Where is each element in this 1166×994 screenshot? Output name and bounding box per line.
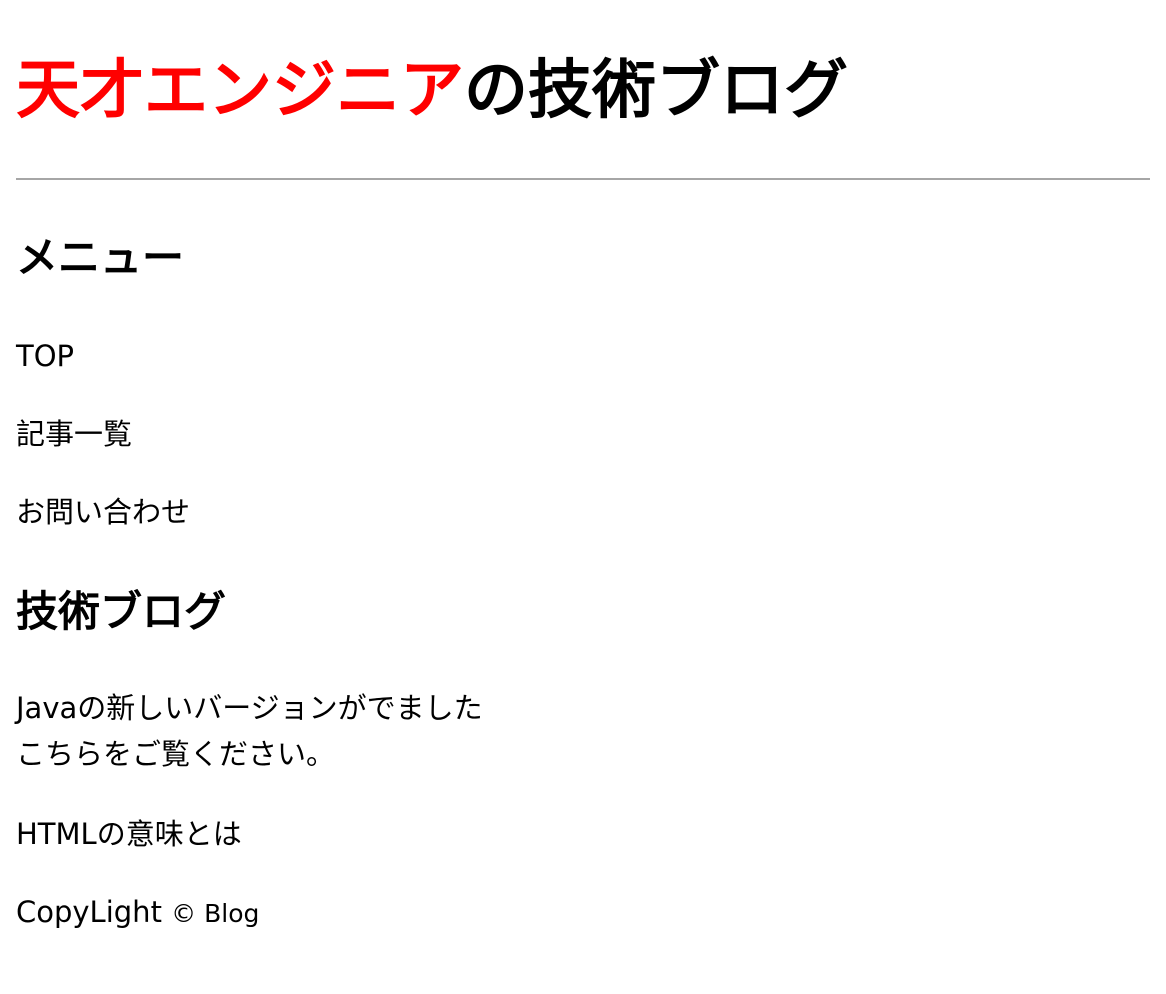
footer-copyright-main: CopyLight [16,895,162,929]
site-title-rest: の技術ブログ [464,54,848,128]
site-title-accent: 天才エンジニア [16,54,464,128]
blog-post-java-line-1: Javaの新しいバージョンがでました [16,691,483,725]
footer-copyright: CopyLight © Blog [16,894,259,932]
menu-item-articles[interactable]: 記事一覧 [16,416,132,452]
blog-post-html: HTMLの意味とは [16,817,242,851]
menu-item-contact[interactable]: お問い合わせ [16,494,190,530]
blog-heading: 技術ブログ [16,587,227,636]
menu-heading: メニュー [16,233,185,282]
blog-post-java-line-2: こちらをご覧ください。 [16,737,336,771]
footer-copyright-small: © Blog [171,899,260,928]
site-title: 天才エンジニアの技術ブログ [16,52,848,130]
header-divider [16,178,1150,180]
menu-item-top[interactable]: TOP [16,338,74,374]
